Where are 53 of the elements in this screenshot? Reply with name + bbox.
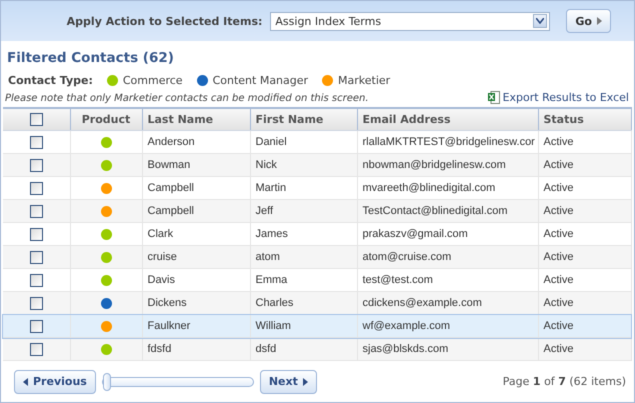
column-header[interactable]: Product <box>70 108 142 130</box>
column-header[interactable]: First Name <box>250 108 357 130</box>
column-header[interactable]: Status <box>538 108 631 130</box>
table-row[interactable]: fdsfd dsfd sjas@blskds.com Active <box>3 338 631 360</box>
table-cell: Active <box>538 314 631 338</box>
table-row[interactable]: Clark James prakaszv@gmail.com Active <box>3 222 631 246</box>
note-text: Please note that only Marketier contacts can be modified on this screen. <box>5 93 369 104</box>
table-row[interactable]: Dickens Charles cdickens@example.com Active <box>3 292 631 314</box>
section-title: Filtered Contacts (62) <box>6 49 175 66</box>
action-dropdown[interactable]: Assign Index Terms <box>270 12 550 30</box>
table-cell: Active <box>538 338 631 360</box>
select-all-checkbox[interactable] <box>30 113 43 126</box>
go-button[interactable]: Go <box>566 9 611 33</box>
row-checkbox[interactable] <box>30 274 43 286</box>
table-row[interactable]: cruise atom atom@cruise.com Active <box>3 246 631 268</box>
slider-thumb[interactable] <box>102 372 111 390</box>
right-arrow-icon <box>302 378 308 386</box>
row-checkbox[interactable] <box>30 136 43 148</box>
column-header[interactable]: Last Name <box>142 108 250 130</box>
table-cell: Faulkner <box>142 314 250 338</box>
table-row[interactable]: Anderson Daniel rlallaMKTRTEST@bridgelinesw.cor Active <box>3 130 631 154</box>
page-summary: Page 1 of 7 (62 items) <box>502 375 626 388</box>
table-row[interactable]: Bowman Nick nbowman@bridgelinesw.com Active <box>3 154 631 176</box>
table-row[interactable]: Campbell Martin mvareeth@blinedigital.com Active <box>3 176 631 200</box>
row-checkbox[interactable] <box>30 158 43 172</box>
table-row[interactable]: Davis Emma test@test.com Active <box>3 268 631 292</box>
row-checkbox[interactable] <box>30 228 43 240</box>
row-checkbox[interactable] <box>30 320 43 332</box>
column-header[interactable]: Email Address <box>357 108 538 130</box>
row-checkbox[interactable] <box>30 342 43 356</box>
table-cell: fdsfd <box>142 338 250 360</box>
left-arrow-icon <box>23 378 28 386</box>
action-label: Apply Action to Selected Items: <box>66 14 262 28</box>
legend-text: Content Manager <box>212 74 308 87</box>
caret-icon <box>536 18 544 24</box>
spreadsheet-icon <box>488 91 500 104</box>
play-icon <box>597 17 602 25</box>
legend-label: Contact Type: <box>8 74 93 87</box>
previous-button[interactable]: Previous <box>14 370 96 394</box>
table-cell: William <box>250 314 357 338</box>
export-link[interactable]: Export Results to Excel <box>488 91 629 104</box>
table-cell: dsfd <box>250 338 357 360</box>
table-cell: wf@example.com <box>357 314 538 338</box>
row-checkbox[interactable] <box>30 204 43 218</box>
next-button[interactable]: Next <box>260 370 317 394</box>
table-row[interactable]: Campbell Jeff TestContact@blinedigital.com Active <box>3 200 631 222</box>
row-checkbox[interactable] <box>30 182 43 194</box>
legend-text: Commerce <box>122 74 183 87</box>
table-row[interactable]: Faulkner William wf@example.com Active <box>3 314 631 338</box>
table-cell: sjas@blskds.com <box>357 338 538 360</box>
row-checkbox[interactable] <box>30 296 43 310</box>
row-checkbox[interactable] <box>30 250 43 264</box>
legend-text: Marketier <box>338 74 390 87</box>
